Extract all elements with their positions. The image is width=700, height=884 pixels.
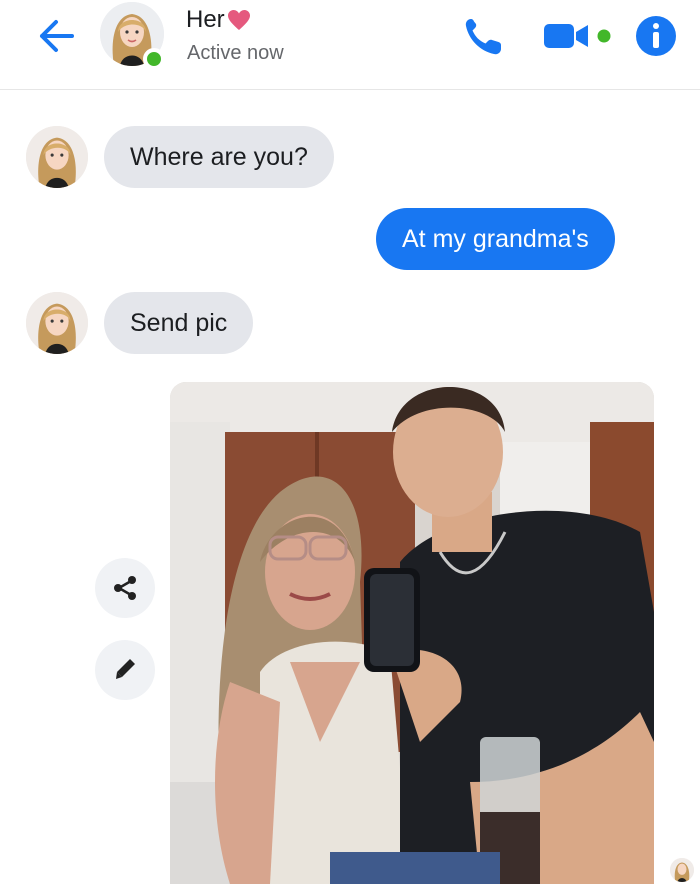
back-button[interactable] xyxy=(34,16,78,56)
message-text: Where are you? xyxy=(130,142,308,171)
contact-status: Active now xyxy=(187,42,284,64)
selfie-photo xyxy=(170,382,654,884)
message-bubble-incoming[interactable]: Send pic xyxy=(104,292,254,354)
voice-call-button[interactable] xyxy=(460,14,508,60)
contact-avatar-small[interactable] xyxy=(26,292,88,354)
photo-message[interactable] xyxy=(170,382,654,884)
conversation-header: Her Active now xyxy=(0,0,700,90)
contact-name-text: Her xyxy=(186,6,225,33)
message-text: Send pic xyxy=(130,308,228,337)
phone-icon xyxy=(465,19,501,55)
message-text: At my grandma's xyxy=(402,224,589,253)
video-call-button[interactable] xyxy=(542,18,620,54)
active-status-dot xyxy=(143,48,165,70)
edit-photo-button[interactable] xyxy=(95,640,155,700)
message-bubble-outgoing[interactable]: At my grandma's xyxy=(376,208,615,270)
info-icon xyxy=(636,16,676,56)
edit-pencil-icon xyxy=(116,659,135,679)
heart-icon xyxy=(227,10,250,30)
contact-avatar-small[interactable] xyxy=(26,126,88,188)
video-camera-icon xyxy=(544,24,611,48)
message-bubble-incoming[interactable]: Where are you? xyxy=(104,126,334,188)
seen-indicator-avatar xyxy=(670,858,694,882)
info-button[interactable] xyxy=(632,12,680,60)
back-arrow-icon xyxy=(40,20,74,52)
share-icon xyxy=(114,576,136,600)
contact-name[interactable]: Her xyxy=(186,6,251,34)
share-photo-button[interactable] xyxy=(95,558,155,618)
